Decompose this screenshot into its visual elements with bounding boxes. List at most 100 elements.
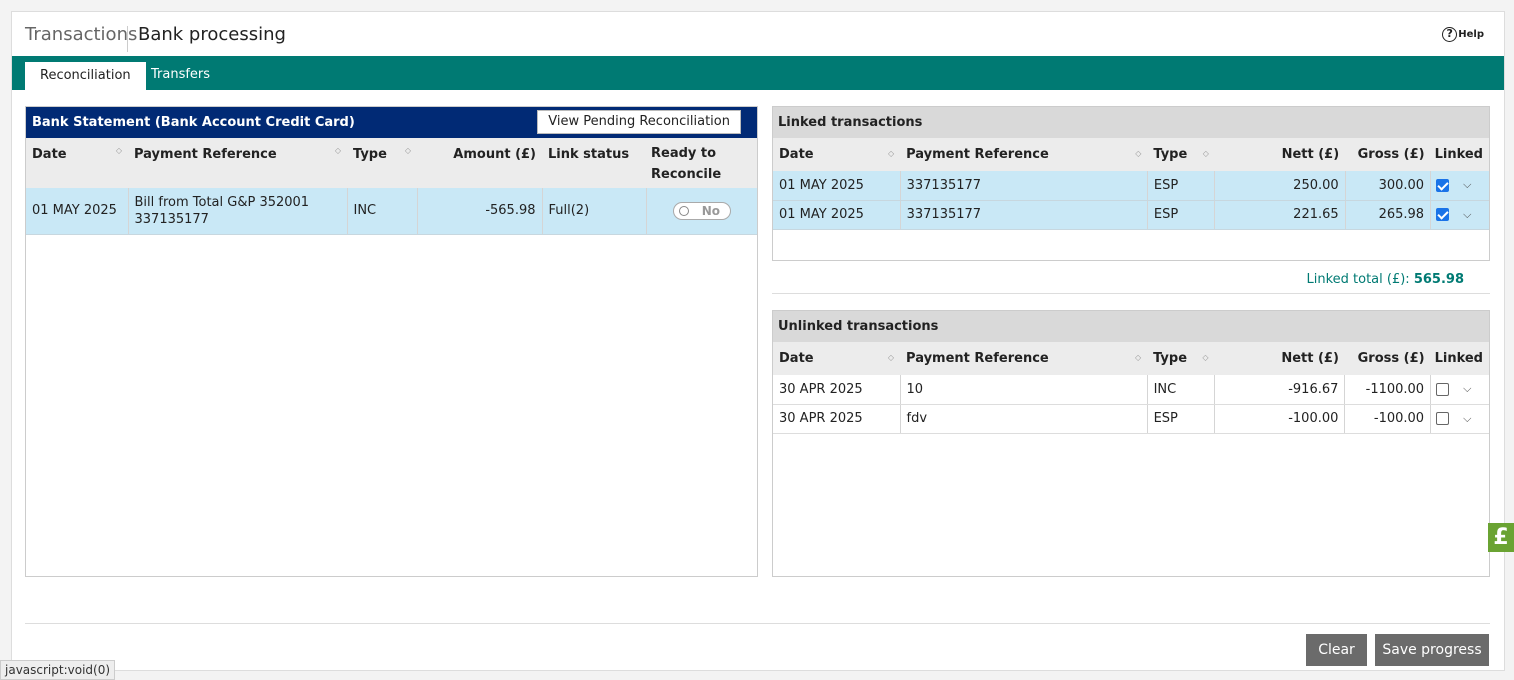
- sort-icon: ◇: [1135, 149, 1142, 158]
- row-gross: 300.00: [1345, 171, 1432, 201]
- table-row[interactable]: 01 MAY 2025 337135177 ESP 221.65 265.98 …: [773, 200, 1489, 230]
- table-row[interactable]: 30 APR 2025 fdv ESP -100.00 -100.00 ⌵: [773, 404, 1489, 434]
- linked-checkbox[interactable]: [1436, 412, 1450, 425]
- row-type: ESP: [1147, 171, 1216, 201]
- ready-to-reconcile-toggle[interactable]: No: [672, 201, 731, 220]
- view-pending-reconciliation-button[interactable]: View Pending Reconciliation: [537, 110, 741, 134]
- row-type: ESP: [1147, 200, 1216, 230]
- row-gross: -100.00: [1344, 404, 1432, 434]
- clear-button[interactable]: Clear: [1306, 634, 1367, 666]
- col-gross[interactable]: Gross (£): [1345, 138, 1431, 171]
- chevron-down-icon[interactable]: ⌵: [1463, 178, 1471, 192]
- toggle-label: No: [701, 203, 721, 218]
- bank-statement-header: Bank Statement (Bank Account Credit Card…: [26, 107, 757, 138]
- tab-bar: Reconciliation Transfers: [12, 56, 1504, 90]
- browser-status-bar: javascript:void(0): [0, 660, 116, 680]
- col-payment-reference[interactable]: Payment Reference ◇: [128, 138, 347, 188]
- col-nett[interactable]: Nett (£): [1214, 138, 1346, 171]
- page-header: Transactions Bank processing ? Help: [12, 12, 1504, 57]
- chevron-down-icon[interactable]: ⌵: [1463, 382, 1471, 396]
- tab-transfers[interactable]: Transfers: [136, 59, 225, 90]
- row-payment-reference: 337135177: [900, 200, 1148, 230]
- help-label: Help: [1458, 29, 1484, 40]
- bank-statement-title: Bank Statement (Bank Account Credit Card…: [32, 115, 355, 130]
- save-progress-button[interactable]: Save progress: [1375, 634, 1489, 666]
- col-date[interactable]: Date ◇: [26, 138, 128, 188]
- col-link-status: Link status: [542, 138, 646, 188]
- row-payment-reference: Bill from Total G&P 352001 337135177: [128, 188, 348, 235]
- row-date: 30 APR 2025: [773, 404, 901, 434]
- chevron-down-icon[interactable]: ⌵: [1463, 208, 1471, 222]
- linked-cell: ⌵: [1430, 375, 1489, 405]
- footer-divider: [25, 623, 1490, 624]
- row-date: 01 MAY 2025: [773, 171, 901, 201]
- linked-checkbox[interactable]: [1436, 382, 1450, 396]
- linked-cell: ⌵: [1430, 171, 1489, 201]
- linked-checkbox[interactable]: [1436, 178, 1450, 192]
- row-payment-reference: 10: [900, 375, 1148, 405]
- table-row[interactable]: 30 APR 2025 10 INC -916.67 -1100.00 ⌵: [773, 375, 1489, 405]
- row-type: INC: [1147, 375, 1216, 405]
- linked-total: Linked total (£): 565.98: [1306, 272, 1464, 287]
- linked-total-label: Linked total (£):: [1306, 272, 1410, 287]
- col-payment-reference[interactable]: Payment Reference ◇: [900, 342, 1148, 375]
- ready-cell: No: [646, 188, 757, 235]
- row-gross: -1100.00: [1344, 375, 1432, 405]
- linked-transactions-panel: Linked transactions Date ◇ Payment Refere…: [772, 106, 1490, 261]
- sort-icon: ◇: [887, 353, 895, 362]
- row-type: INC: [347, 188, 418, 235]
- help-link[interactable]: ? Help: [1442, 27, 1484, 42]
- divider: [772, 293, 1490, 294]
- sort-icon: ◇: [334, 146, 341, 155]
- help-circle-icon: ?: [1442, 27, 1458, 42]
- page-title: Bank processing: [138, 24, 286, 45]
- row-payment-reference: 337135177: [900, 171, 1148, 201]
- col-type[interactable]: Type ◇: [1147, 138, 1215, 171]
- row-date: 01 MAY 2025: [773, 200, 901, 230]
- row-date: 01 MAY 2025: [26, 188, 129, 235]
- col-type[interactable]: Type ◇: [347, 138, 417, 188]
- row-payment-reference: fdv: [900, 404, 1148, 434]
- sort-icon: ◇: [887, 149, 895, 158]
- unlinked-table: Date ◇ Payment Reference ◇ Type ◇ Nett (£) …: [773, 342, 1489, 434]
- row-nett: 250.00: [1214, 171, 1346, 201]
- col-linked: Linked: [1430, 138, 1489, 171]
- linked-transactions-title: Linked transactions: [773, 107, 1489, 138]
- sort-icon: ◇: [1202, 149, 1209, 158]
- col-ready-to-reconcile: Ready to Reconcile: [646, 138, 757, 188]
- unlinked-transactions-panel: Unlinked transactions Date ◇ Payment Refe…: [772, 310, 1490, 577]
- col-type[interactable]: Type ◇: [1147, 342, 1215, 375]
- linked-cell: ⌵: [1430, 200, 1489, 230]
- pound-side-tab[interactable]: £: [1488, 523, 1514, 552]
- col-linked: Linked: [1430, 342, 1489, 375]
- table-row[interactable]: 01 MAY 2025 Bill from Total G&P 352001 3…: [26, 188, 757, 235]
- row-gross: 265.98: [1345, 200, 1432, 230]
- tab-reconciliation[interactable]: Reconciliation: [25, 59, 146, 90]
- col-amount[interactable]: Amount (£): [417, 138, 542, 188]
- row-amount: -565.98: [417, 188, 543, 235]
- bank-statement-table: Date ◇ Payment Reference ◇ Type ◇ Amount (£…: [26, 138, 757, 235]
- col-date[interactable]: Date ◇: [773, 342, 901, 375]
- row-link-status: Full(2): [542, 188, 647, 235]
- col-nett[interactable]: Nett (£): [1214, 342, 1345, 375]
- chevron-down-icon[interactable]: ⌵: [1463, 412, 1471, 426]
- linked-checkbox[interactable]: [1436, 208, 1450, 221]
- table-row[interactable]: 01 MAY 2025 337135177 ESP 250.00 300.00 …: [773, 171, 1489, 201]
- col-gross[interactable]: Gross (£): [1344, 342, 1431, 375]
- sort-icon: ◇: [404, 146, 411, 155]
- row-nett: 221.65: [1214, 200, 1346, 230]
- toggle-knob: [678, 205, 689, 216]
- row-nett: -100.00: [1214, 404, 1346, 434]
- app-window: Transactions Bank processing ? Help Reco…: [11, 11, 1505, 671]
- col-date[interactable]: Date ◇: [773, 138, 901, 171]
- sort-icon: ◇: [1134, 353, 1142, 362]
- linked-total-value: 565.98: [1413, 272, 1464, 287]
- bank-statement-panel: Bank Statement (Bank Account Credit Card…: [25, 106, 758, 577]
- breadcrumb-transactions[interactable]: Transactions: [25, 24, 137, 45]
- unlinked-transactions-title: Unlinked transactions: [773, 311, 1489, 342]
- breadcrumb-separator: [127, 26, 128, 52]
- row-nett: -916.67: [1214, 375, 1346, 405]
- sort-icon: ◇: [115, 146, 122, 155]
- col-payment-reference[interactable]: Payment Reference ◇: [900, 138, 1148, 171]
- linked-cell: ⌵: [1430, 404, 1489, 434]
